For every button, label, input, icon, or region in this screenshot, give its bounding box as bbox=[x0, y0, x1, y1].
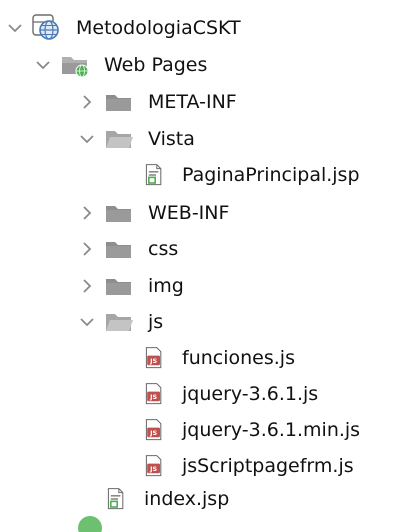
folder-open-icon bbox=[106, 131, 133, 148]
tree-node-pagina-principal[interactable]: PaginaPrincipal.jsp bbox=[144, 157, 360, 193]
folder-icon bbox=[106, 242, 131, 258]
folder-icon bbox=[106, 206, 131, 222]
tree-node-label: index.jsp bbox=[144, 487, 230, 510]
tree-node-web-inf[interactable]: WEB-INF bbox=[78, 195, 229, 231]
tree-node-project[interactable]: MetodologiaCSKT bbox=[6, 10, 241, 46]
globe-project-icon bbox=[32, 14, 59, 40]
tree-node-label: Web Pages bbox=[104, 53, 208, 76]
js-file-icon: JS bbox=[145, 455, 162, 477]
project-tree: MetodologiaCSKT Web Pages META-INF Vista… bbox=[0, 0, 397, 532]
chevron-right-icon[interactable] bbox=[78, 204, 96, 222]
tree-node-funciones[interactable]: JS funciones.js bbox=[144, 340, 295, 376]
tree-node-css[interactable]: css bbox=[78, 231, 178, 267]
chevron-down-icon[interactable] bbox=[34, 56, 52, 74]
tree-node-meta-inf[interactable]: META-INF bbox=[78, 84, 237, 120]
tree-node-label: jquery-3.6.1.js bbox=[182, 382, 319, 405]
svg-text:JS: JS bbox=[149, 357, 157, 365]
svg-text:JS: JS bbox=[149, 465, 157, 473]
tree-node-label: PaginaPrincipal.jsp bbox=[182, 163, 360, 186]
chevron-down-icon[interactable] bbox=[6, 19, 24, 37]
tree-node-jquery[interactable]: JS jquery-3.6.1.js bbox=[144, 376, 318, 412]
tree-node-label: img bbox=[148, 274, 184, 297]
tree-node-label: META-INF bbox=[148, 90, 237, 113]
chevron-right-icon[interactable] bbox=[78, 93, 96, 111]
tree-node-label: funciones.js bbox=[182, 346, 295, 369]
tree-node-img[interactable]: img bbox=[78, 268, 184, 304]
partial-tree-node-icon bbox=[72, 512, 108, 532]
tree-node-label: jsScriptpagefrm.js bbox=[182, 454, 354, 477]
tree-node-label: js bbox=[148, 310, 164, 333]
web-pages-folder-icon bbox=[62, 57, 89, 78]
js-file-icon: JS bbox=[145, 383, 162, 405]
folder-icon bbox=[106, 279, 131, 295]
js-file-icon: JS bbox=[145, 347, 162, 369]
tree-node-jsscript[interactable]: JS jsScriptpagefrm.js bbox=[144, 448, 354, 484]
jsp-file-icon bbox=[145, 164, 162, 186]
svg-text:JS: JS bbox=[149, 429, 157, 437]
folder-icon bbox=[106, 95, 131, 111]
chevron-right-icon[interactable] bbox=[78, 277, 96, 295]
tree-node-index[interactable]: index.jsp bbox=[106, 481, 229, 517]
tree-node-web-pages[interactable]: Web Pages bbox=[34, 47, 207, 83]
chevron-down-icon[interactable] bbox=[78, 130, 96, 148]
tree-node-label: Vista bbox=[148, 127, 195, 150]
svg-text:JS: JS bbox=[149, 393, 157, 401]
chevron-down-icon[interactable] bbox=[78, 313, 96, 331]
tree-node-js[interactable]: js bbox=[78, 304, 163, 340]
tree-node-label: jquery-3.6.1.min.js bbox=[182, 418, 361, 441]
tree-node-label: MetodologiaCSKT bbox=[76, 16, 241, 39]
jsp-file-icon bbox=[107, 488, 124, 510]
green-circle-icon bbox=[78, 516, 102, 532]
tree-node-label: WEB-INF bbox=[148, 201, 230, 224]
chevron-right-icon[interactable] bbox=[78, 240, 96, 258]
folder-open-icon bbox=[106, 314, 133, 331]
tree-node-jquery-min[interactable]: JS jquery-3.6.1.min.js bbox=[144, 412, 360, 448]
js-file-icon: JS bbox=[145, 419, 162, 441]
tree-node-vista[interactable]: Vista bbox=[78, 121, 195, 157]
tree-node-label: css bbox=[148, 237, 179, 260]
